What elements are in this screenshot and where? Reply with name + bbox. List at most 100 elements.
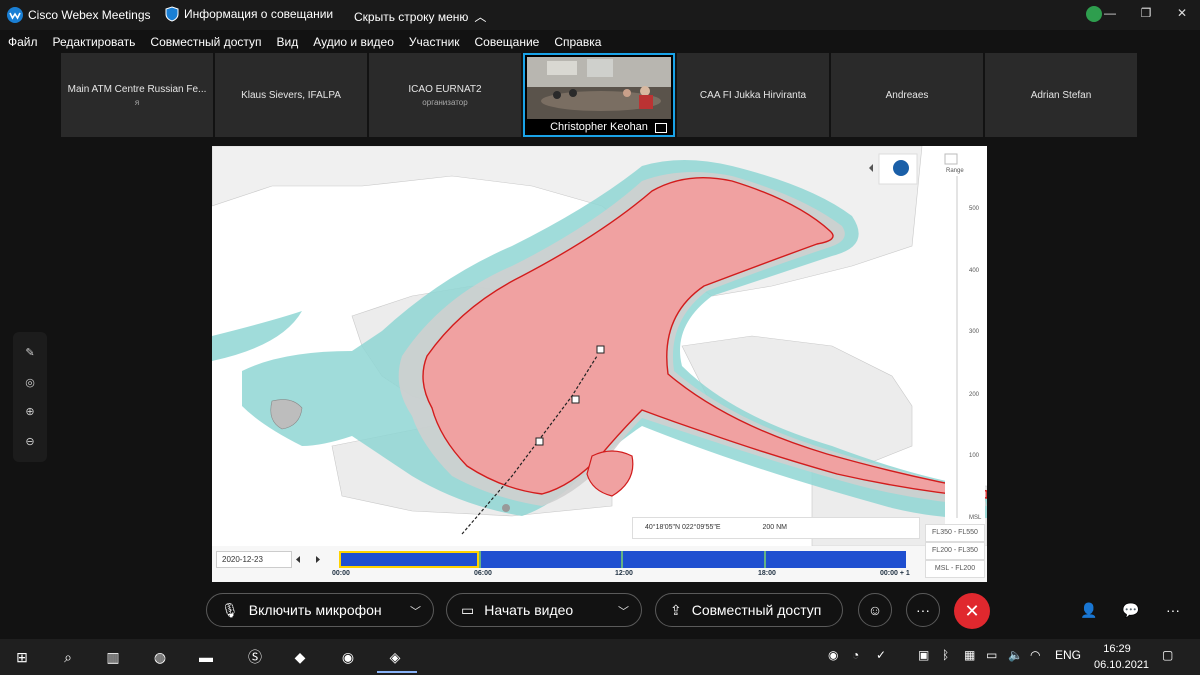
zoom-out-icon[interactable]: ⊖ <box>25 435 34 448</box>
skype-icon[interactable]: Ⓢ <box>243 645 267 669</box>
video-off-icon: ▭ <box>461 601 475 618</box>
range-label: Range <box>946 168 964 174</box>
menu-edit[interactable]: Редактировать <box>53 35 136 49</box>
chat-button[interactable]: 💬 <box>1114 593 1148 627</box>
task-view-icon[interactable]: ▥ <box>101 645 125 669</box>
menu-view[interactable]: Вид <box>277 35 299 49</box>
altitude-tick: 500 <box>969 206 980 212</box>
menu-file[interactable]: Файл <box>8 35 38 49</box>
pointer-icon[interactable]: ◎ <box>25 376 35 389</box>
scale-label: 200 NM <box>762 524 788 531</box>
more-options-button[interactable]: ··· <box>906 593 940 627</box>
webex-taskbar-icon[interactable]: ◈ <box>383 645 407 669</box>
minimize-button[interactable]: — <box>1092 0 1128 26</box>
security-icon[interactable]: ✓ <box>876 648 886 662</box>
latitude: 40°18'05"N <box>645 524 681 531</box>
menu-participant[interactable]: Участник <box>409 35 460 49</box>
search-icon[interactable]: ⌕ <box>56 645 80 669</box>
notes-app-icon[interactable]: ◆ <box>288 645 312 669</box>
participant-name: ICAO EURNAT2 <box>408 83 482 95</box>
participant-tile[interactable]: ICAO EURNAT2 организатор <box>369 53 521 137</box>
network-icon[interactable]: ◔ <box>852 648 859 662</box>
edge-browser-icon[interactable]: ◍ <box>148 645 172 669</box>
timeline-tick: 18:00 <box>758 570 776 577</box>
coordinate-readout: 40°18'05"N 022°09'55"E 200 NM <box>632 517 920 539</box>
pen-icon[interactable]: ✎ <box>25 346 34 359</box>
participant-video <box>527 57 671 119</box>
bluetooth-icon[interactable]: ᛒ <box>942 648 949 662</box>
timeline-tick: 06:00 <box>474 570 492 577</box>
webex-logo-icon <box>7 7 23 23</box>
restore-button[interactable]: ❐ <box>1128 0 1164 26</box>
tray-app-icon[interactable]: ▦ <box>964 648 975 662</box>
system-clock[interactable]: 16:29 06.10.2021 <box>1094 641 1150 673</box>
share-icon <box>655 123 667 133</box>
timeline-tick: 00:00 + 1 <box>880 570 910 577</box>
file-explorer-icon[interactable]: ▬ <box>194 645 218 669</box>
timeline-date-field[interactable]: 2020-12-23 <box>216 551 292 568</box>
chevron-up-icon: ︿ <box>474 10 487 24</box>
flight-level-filter[interactable]: FL350 - FL550 <box>925 524 985 542</box>
active-speaker-tile[interactable]: Christopher Keohan <box>523 53 675 137</box>
share-icon: ⇪ <box>670 601 682 618</box>
meeting-info-label: Информация о совещании <box>184 7 334 21</box>
mic-label: Включить микрофон <box>248 602 382 618</box>
language-indicator[interactable]: ENG <box>1055 648 1081 662</box>
video-label: Начать видео <box>484 602 574 618</box>
participant-tile[interactable]: Main ATM Centre Russian Fe... я <box>61 53 213 137</box>
flight-level-filter[interactable]: FL200 - FL350 <box>925 542 985 560</box>
hide-menu-button[interactable]: Скрыть строку меню ︿ <box>354 8 486 25</box>
participant-tile[interactable]: CAA FI Jukka Hirviranta <box>677 53 829 137</box>
meeting-info-button[interactable]: Информация о совещании <box>165 6 333 22</box>
participant-role: я <box>134 97 140 107</box>
altitude-tick: 200 <box>969 392 980 398</box>
share-button[interactable]: ⇪ Совместный доступ <box>655 593 843 627</box>
annotation-toolbar: ✎ ◎ ⊕ ⊖ <box>13 332 47 462</box>
participants-panel-button[interactable]: 👤 <box>1072 593 1106 627</box>
volume-icon[interactable]: 🔈 <box>1008 648 1023 662</box>
shared-screen[interactable]: Range 500 400 300 200 100 MSL 40°18'05"N… <box>212 146 987 582</box>
participant-name: Main ATM Centre Russian Fe... <box>67 83 207 95</box>
more-panels-button[interactable]: ··· <box>1156 593 1190 627</box>
altitude-tick: 100 <box>969 453 980 459</box>
notifications-icon[interactable]: ▢ <box>1162 648 1173 662</box>
battery-icon[interactable]: ▭ <box>986 648 997 662</box>
tray-app-icon[interactable]: ▣ <box>918 648 929 662</box>
altitude-tick: 400 <box>969 268 980 274</box>
mic-muted-icon: 🎙 <box>221 601 239 618</box>
participant-tile[interactable]: Klaus Sievers, IFALPA <box>215 53 367 137</box>
clock-time: 16:29 <box>1103 643 1131 655</box>
participant-name: Andreaes <box>885 89 929 101</box>
participant-name: Klaus Sievers, IFALPA <box>241 89 341 101</box>
reactions-button[interactable]: ☺ <box>858 593 892 627</box>
menu-bar: Файл Редактировать Совместный доступ Вид… <box>0 32 1200 52</box>
clock-date: 06.10.2021 <box>1094 659 1150 671</box>
video-button[interactable]: ▭ Начать видео ﹀ <box>446 593 642 627</box>
altitude-tick: MSL <box>969 515 982 521</box>
menu-help[interactable]: Справка <box>554 35 601 49</box>
timeline-tick: 00:00 <box>332 570 350 577</box>
skype-tray-icon[interactable]: ◉ <box>828 648 838 662</box>
chrome-icon[interactable]: ◉ <box>336 645 360 669</box>
title-bar: Cisco Webex Meetings Информация о совеща… <box>0 0 1200 30</box>
menu-share[interactable]: Совместный доступ <box>150 35 261 49</box>
hide-menu-label: Скрыть строку меню <box>354 9 469 24</box>
participant-tile[interactable]: Andreaes <box>831 53 983 137</box>
menu-meeting[interactable]: Совещание <box>475 35 540 49</box>
shield-icon <box>165 6 179 22</box>
leave-meeting-button[interactable]: ✕ <box>954 593 990 629</box>
timeline-tick: 12:00 <box>615 570 633 577</box>
menu-audio-video[interactable]: Аудио и видео <box>313 35 394 49</box>
participant-tile[interactable]: Adrian Stefan <box>985 53 1137 137</box>
chevron-down-icon[interactable]: ﹀ <box>618 603 629 619</box>
windows-start-icon[interactable]: ⊞ <box>10 645 34 669</box>
mic-button[interactable]: 🎙 Включить микрофон ﹀ <box>206 593 434 627</box>
chevron-down-icon[interactable]: ﹀ <box>410 603 421 619</box>
wifi-icon[interactable]: ◠ <box>1030 648 1040 662</box>
longitude: 022°09'55"E <box>682 524 721 531</box>
flight-level-filter[interactable]: MSL - FL200 <box>925 560 985 578</box>
share-label: Совместный доступ <box>691 602 822 618</box>
close-button[interactable]: ✕ <box>1164 0 1200 26</box>
zoom-in-icon[interactable]: ⊕ <box>25 405 34 418</box>
active-app-indicator <box>377 671 417 673</box>
